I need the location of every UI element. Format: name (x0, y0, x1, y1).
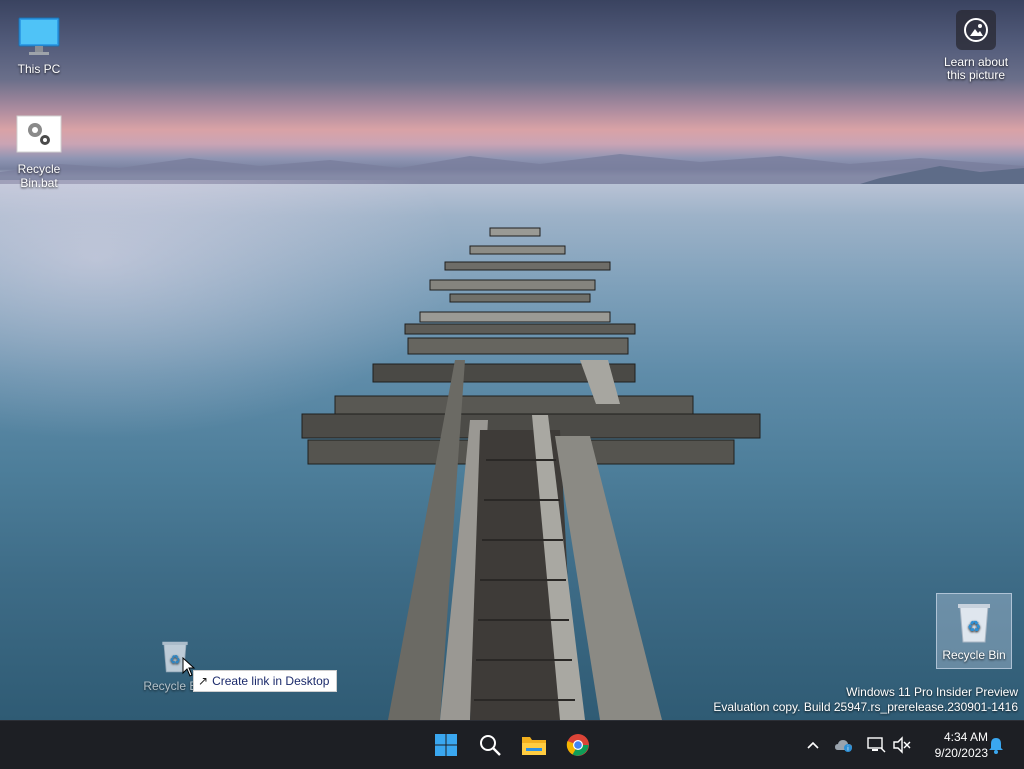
chrome-icon[interactable] (562, 729, 594, 761)
learn-about-picture-label: Learn about this picture (943, 55, 1009, 82)
desktop-icon-label: Recycle Bin.bat (17, 162, 61, 190)
onedrive-icon[interactable]: i (834, 735, 854, 755)
system-clock[interactable]: 4:34 AM 9/20/2023 (918, 729, 988, 761)
gears-icon (16, 115, 62, 153)
search-icon[interactable] (474, 729, 506, 761)
desktop-icon-label: This PC (17, 62, 61, 76)
desktop-icon-label: Recycle Bin (942, 648, 1006, 662)
learn-about-picture[interactable]: Learn about this picture (938, 10, 1014, 82)
taskbar: i 4:34 AM 9/20/2023 (0, 720, 1024, 769)
watermark-line1: Windows 11 Pro Insider Preview (846, 685, 1018, 699)
watermark-line2: Evaluation copy. Build 25947.rs_prerelea… (713, 700, 1018, 714)
network-icon[interactable] (866, 735, 886, 755)
drag-tooltip: ↗ Create link in Desktop (193, 670, 338, 692)
chevron-up-icon[interactable] (803, 735, 823, 755)
volume-muted-icon[interactable] (892, 735, 912, 755)
pier-scene (301, 227, 761, 720)
desktop-icon-recycle-bin[interactable]: ♻ Recycle Bin (936, 593, 1012, 669)
desktop[interactable]: This PC Recycle Bin.bat ♻ Recycle Bin Le… (0, 0, 1024, 720)
windows-watermark: Windows 11 Pro Insider Preview Evaluatio… (713, 685, 1018, 715)
monitor-icon (18, 17, 60, 55)
file-explorer-icon[interactable] (518, 729, 550, 761)
mouse-cursor-icon (182, 657, 196, 677)
recycle-bin-icon: ♻ (958, 604, 990, 643)
svg-text:♻: ♻ (967, 617, 981, 636)
camera-icon[interactable] (956, 10, 996, 50)
start-icon[interactable] (430, 729, 462, 761)
drag-tooltip-text: Create link in Desktop (212, 674, 330, 688)
bell-icon[interactable] (986, 735, 1006, 755)
svg-text:♻: ♻ (169, 652, 180, 667)
clock-time: 4:34 AM (943, 730, 988, 744)
clock-date: 9/20/2023 (934, 746, 988, 760)
desktop-icon-this-pc[interactable]: This PC (1, 8, 77, 82)
shortcut-arrow-icon: ↗ (198, 674, 209, 688)
desktop-icon-recycle-bin-bat[interactable]: Recycle Bin.bat (1, 108, 77, 196)
